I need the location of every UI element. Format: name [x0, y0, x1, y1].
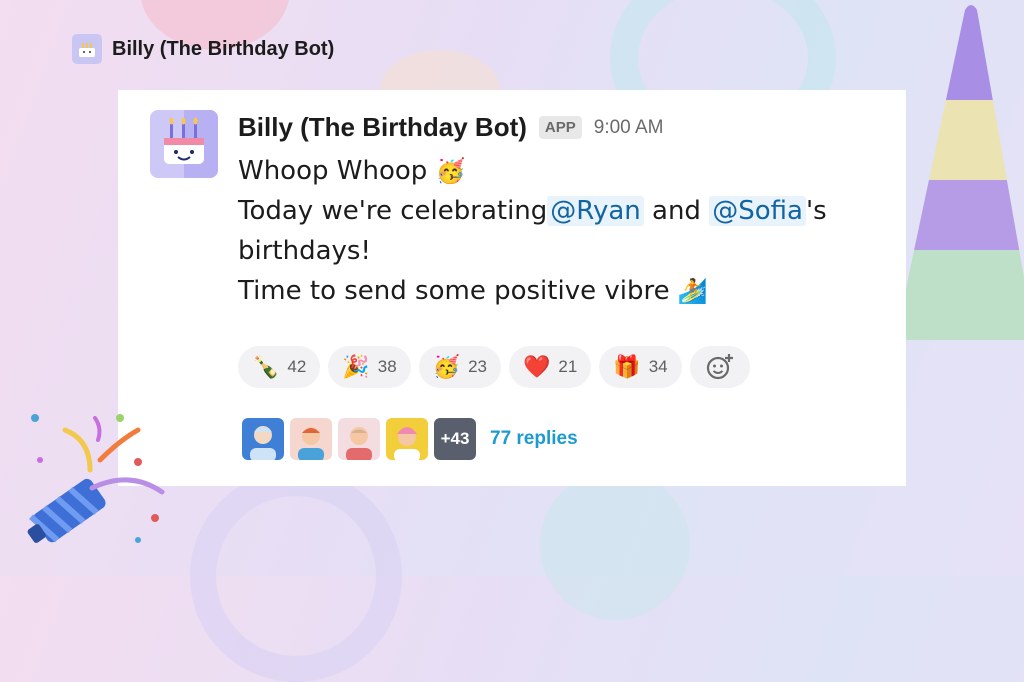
add-reaction-button[interactable] — [689, 346, 750, 388]
reaction-count: 23 — [468, 357, 487, 376]
message-meta: Billy (The Birthday Bot) APP 9:00 AM — [238, 112, 886, 143]
message-line: Today we're celebrating — [238, 196, 548, 226]
message-line: Time to send some positive vibre — [238, 276, 670, 306]
partying-face-icon: 🥳 — [432, 354, 461, 379]
header-title: Billy (The Birthday Bot) — [112, 37, 335, 60]
bot-avatar-small — [72, 34, 102, 64]
bot-avatar[interactable] — [150, 110, 218, 178]
gift-icon: 🎁 — [613, 354, 641, 379]
heart-icon: ❤️ — [522, 354, 551, 379]
reaction-gift[interactable]: 🎁 34 — [599, 346, 682, 388]
person-icon — [394, 427, 420, 460]
message-text: 's — [805, 196, 827, 226]
reaction-count: 38 — [377, 357, 397, 376]
party-popper-icon: 🎉 — [342, 354, 370, 379]
person-icon — [346, 427, 372, 460]
add-emoji-icon — [706, 354, 733, 380]
mention-ryan[interactable]: @Ryan — [547, 196, 644, 226]
reaction-champagne[interactable]: 🍾 42 — [238, 346, 321, 388]
message-card: Billy (The Birthday Bot) APP 9:00 AM Who… — [118, 90, 906, 486]
birthday-cake-bot-icon — [164, 110, 218, 178]
message: Billy (The Birthday Bot) APP 9:00 AM Who… — [238, 112, 886, 311]
reaction-partying-face[interactable]: 🥳 23 — [418, 346, 501, 388]
message-body: Whoop Whoop 🥳 Today we're celebrating @Ry… — [238, 151, 886, 311]
party-popper-decoration — [27, 414, 165, 543]
party-hat-decoration — [905, 5, 1024, 340]
timestamp[interactable]: 9:00 AM — [594, 117, 664, 139]
reaction-party-popper[interactable]: 🎉 38 — [328, 346, 411, 388]
reaction-count: 42 — [287, 357, 307, 376]
background-blob — [540, 470, 690, 620]
avatar — [386, 418, 428, 460]
person-icon — [250, 426, 276, 460]
cake-icon — [79, 43, 95, 57]
message-line: Whoop Whoop — [238, 156, 428, 186]
avatar — [290, 418, 332, 460]
background-ring — [190, 470, 402, 682]
champagne-icon: 🍾 — [252, 354, 280, 379]
header: Billy (The Birthday Bot) — [72, 34, 334, 64]
reactions-bar: 🍾 42 🎉 38 🥳 23 ❤️ 21 🎁 34 — [238, 346, 750, 388]
message-line: birthdays! — [238, 236, 371, 266]
replies-link[interactable]: 77 replies — [490, 428, 578, 450]
reaction-heart[interactable]: ❤️ 21 — [508, 346, 592, 388]
person-icon — [298, 427, 324, 460]
avatar — [242, 418, 284, 460]
reaction-count: 34 — [648, 357, 668, 376]
app-badge: APP — [538, 116, 582, 139]
surfer-icon: 🏄 — [677, 277, 708, 305]
reaction-count: 21 — [558, 357, 578, 376]
mention-sofia[interactable]: @Sofia — [709, 196, 806, 226]
sender-name[interactable]: Billy (The Birthday Bot) — [238, 112, 527, 143]
more-participants: +43 — [434, 418, 476, 460]
avatar — [338, 418, 380, 460]
message-text: and — [643, 196, 710, 226]
partying-face-icon: 🥳 — [435, 157, 466, 185]
thread-summary[interactable]: +43 77 replies — [242, 418, 578, 460]
